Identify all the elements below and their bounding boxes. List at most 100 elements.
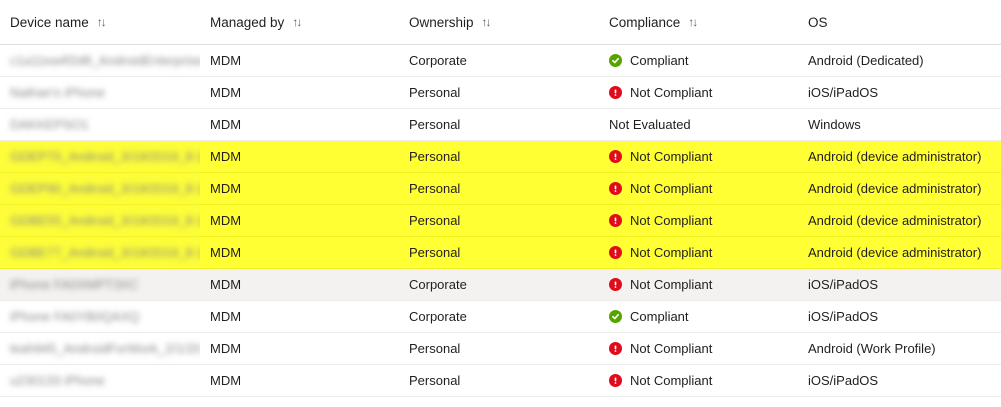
table-row[interactable]: u230133 iPhone MDM Personal Not Compliant iO… — [0, 365, 1001, 397]
sort-arrows-icon[interactable]: ↑↓ — [292, 15, 302, 29]
managed-by-cell: MDM — [210, 309, 242, 324]
os-cell: iOS/iPadOS — [808, 309, 879, 324]
device-name-link[interactable]: GDEP70_Android_3/19/2019_8:12 — [10, 149, 200, 164]
managed-by-cell: MDM — [210, 245, 242, 260]
device-name-cell: GDEP70_Android_3/19/2019_8:12 — [0, 141, 200, 172]
device-name-link[interactable]: GDBE55_Android_3/19/2019_8:12 — [10, 213, 200, 228]
sort-arrows-icon[interactable]: ↑↓ — [688, 15, 698, 29]
device-name-link[interactable]: Nathan's iPhone — [10, 85, 105, 100]
compliance-cell: Not Compliant — [599, 141, 798, 172]
compliance-label: Compliant — [630, 309, 689, 324]
compliance-label: Not Compliant — [630, 373, 713, 388]
managed-by-cell: MDM — [210, 373, 242, 388]
exclamation-glyph — [614, 377, 617, 384]
table-row[interactable]: DAKKEPSO1 MDM Personal Not Evaluated Windows — [0, 109, 1001, 141]
table-row[interactable]: c1a11ea4f2d8_AndroidEnterprise MDM Corpora… — [0, 45, 1001, 77]
device-name-link[interactable]: leah945_AndroidForWork_2/1/20 — [10, 341, 200, 356]
os-cell: iOS/iPadOS — [808, 85, 879, 100]
device-name-cell: iPhone FA0XMPT3XC — [0, 269, 200, 300]
compliance-cell: Not Compliant — [599, 173, 798, 204]
device-name-link[interactable]: iPhone FA0XMPT3XC — [10, 277, 139, 292]
error-circle-icon — [609, 278, 622, 291]
device-name-cell: GDEP90_Android_3/19/2019_8:12 — [0, 173, 200, 204]
column-header-ownership[interactable]: Ownership ↑↓ — [399, 0, 599, 44]
exclamation-glyph — [614, 217, 617, 224]
column-header-os: OS — [798, 0, 1001, 44]
column-header-label: OS — [808, 14, 828, 30]
column-header-label: Ownership — [409, 14, 474, 30]
os-cell: Android (Dedicated) — [808, 53, 924, 68]
table-row[interactable]: GDEP90_Android_3/19/2019_8:12 MDM Personal… — [0, 173, 1001, 205]
device-name-link[interactable]: iPhone FA0YB0QAXQ — [10, 309, 139, 324]
ownership-cell: Personal — [409, 245, 461, 260]
compliance-label: Compliant — [630, 53, 689, 68]
managed-by-cell: MDM — [210, 85, 242, 100]
device-name-link[interactable]: DAKKEPSO1 — [10, 117, 89, 132]
managed-by-cell: MDM — [210, 53, 242, 68]
error-circle-icon — [609, 374, 622, 387]
os-cell: Android (device administrator) — [808, 181, 982, 196]
device-name-cell: iPhone FA0YB0QAXQ — [0, 301, 200, 332]
exclamation-glyph — [614, 249, 617, 256]
compliance-label: Not Compliant — [630, 245, 713, 260]
sort-arrows-icon[interactable]: ↑↓ — [97, 15, 107, 29]
error-circle-icon — [609, 246, 622, 259]
device-name-cell: c1a11ea4f2d8_AndroidEnterprise — [0, 45, 200, 76]
compliance-label: Not Compliant — [630, 341, 713, 356]
table-row[interactable]: GDBE77_Android_3/19/2019_8:12 MDM Personal… — [0, 237, 1001, 269]
ownership-cell: Personal — [409, 213, 461, 228]
compliance-cell: Not Compliant — [599, 205, 798, 236]
column-header-label: Compliance — [609, 14, 681, 30]
device-name-cell: u230133 iPhone — [0, 365, 200, 396]
table-row[interactable]: leah945_AndroidForWork_2/1/20 MDM Personal… — [0, 333, 1001, 365]
check-mark-glyph — [611, 57, 620, 64]
ownership-cell: Personal — [409, 85, 461, 100]
ownership-cell: Personal — [409, 181, 461, 196]
device-name-cell: Nathan's iPhone — [0, 77, 200, 108]
ownership-cell: Corporate — [409, 53, 467, 68]
compliance-cell: Compliant — [599, 45, 798, 76]
device-name-link[interactable]: c1a11ea4f2d8_AndroidEnterprise — [10, 53, 200, 68]
compliance-cell: Not Compliant — [599, 237, 798, 268]
ownership-cell: Corporate — [409, 309, 467, 324]
compliance-cell: Compliant — [599, 301, 798, 332]
column-header-device-name[interactable]: Device name ↑↓ — [0, 0, 200, 44]
error-circle-icon — [609, 214, 622, 227]
managed-by-cell: MDM — [210, 341, 242, 356]
table-row[interactable]: iPhone FA0XMPT3XC MDM Corporate Not Complia… — [0, 269, 1001, 301]
managed-by-cell: MDM — [210, 181, 242, 196]
managed-by-cell: MDM — [210, 117, 242, 132]
compliance-cell: Not Compliant — [599, 269, 798, 300]
os-cell: Windows — [808, 117, 861, 132]
device-name-cell: leah945_AndroidForWork_2/1/20 — [0, 333, 200, 364]
check-circle-icon — [609, 310, 622, 323]
managed-by-cell: MDM — [210, 149, 242, 164]
column-header-compliance[interactable]: Compliance ↑↓ — [599, 0, 798, 44]
column-header-label: Managed by — [210, 14, 285, 30]
os-cell: iOS/iPadOS — [808, 277, 879, 292]
table-row[interactable]: iPhone FA0YB0QAXQ MDM Corporate Compliant iO… — [0, 301, 1001, 333]
device-rows: c1a11ea4f2d8_AndroidEnterprise MDM Corpora… — [0, 45, 1001, 397]
device-name-link[interactable]: GDEP90_Android_3/19/2019_8:12 — [10, 181, 200, 196]
os-cell: Android (Work Profile) — [808, 341, 936, 356]
compliance-label: Not Compliant — [630, 181, 713, 196]
column-header-managed-by[interactable]: Managed by ↑↓ — [200, 0, 399, 44]
os-cell: iOS/iPadOS — [808, 373, 879, 388]
table-row[interactable]: GDBE55_Android_3/19/2019_8:12 MDM Personal… — [0, 205, 1001, 237]
devices-grid: Device name ↑↓ Managed by ↑↓ Ownership ↑↓ Comp… — [0, 0, 1001, 397]
compliance-cell: Not Compliant — [599, 365, 798, 396]
error-circle-icon — [609, 86, 622, 99]
compliance-label: Not Compliant — [630, 85, 713, 100]
check-circle-icon — [609, 54, 622, 67]
device-name-link[interactable]: u230133 iPhone — [10, 373, 105, 388]
device-name-cell: GDBE77_Android_3/19/2019_8:12 — [0, 237, 200, 268]
error-circle-icon — [609, 342, 622, 355]
table-row[interactable]: Nathan's iPhone MDM Personal Not Compliant i… — [0, 77, 1001, 109]
compliance-cell: Not Compliant — [599, 77, 798, 108]
device-name-link[interactable]: GDBE77_Android_3/19/2019_8:12 — [10, 245, 200, 260]
sort-arrows-icon[interactable]: ↑↓ — [482, 15, 492, 29]
table-row[interactable]: GDEP70_Android_3/19/2019_8:12 MDM Personal… — [0, 141, 1001, 173]
compliance-label: Not Compliant — [630, 213, 713, 228]
ownership-cell: Personal — [409, 341, 461, 356]
compliance-cell: Not Evaluated — [599, 109, 798, 140]
